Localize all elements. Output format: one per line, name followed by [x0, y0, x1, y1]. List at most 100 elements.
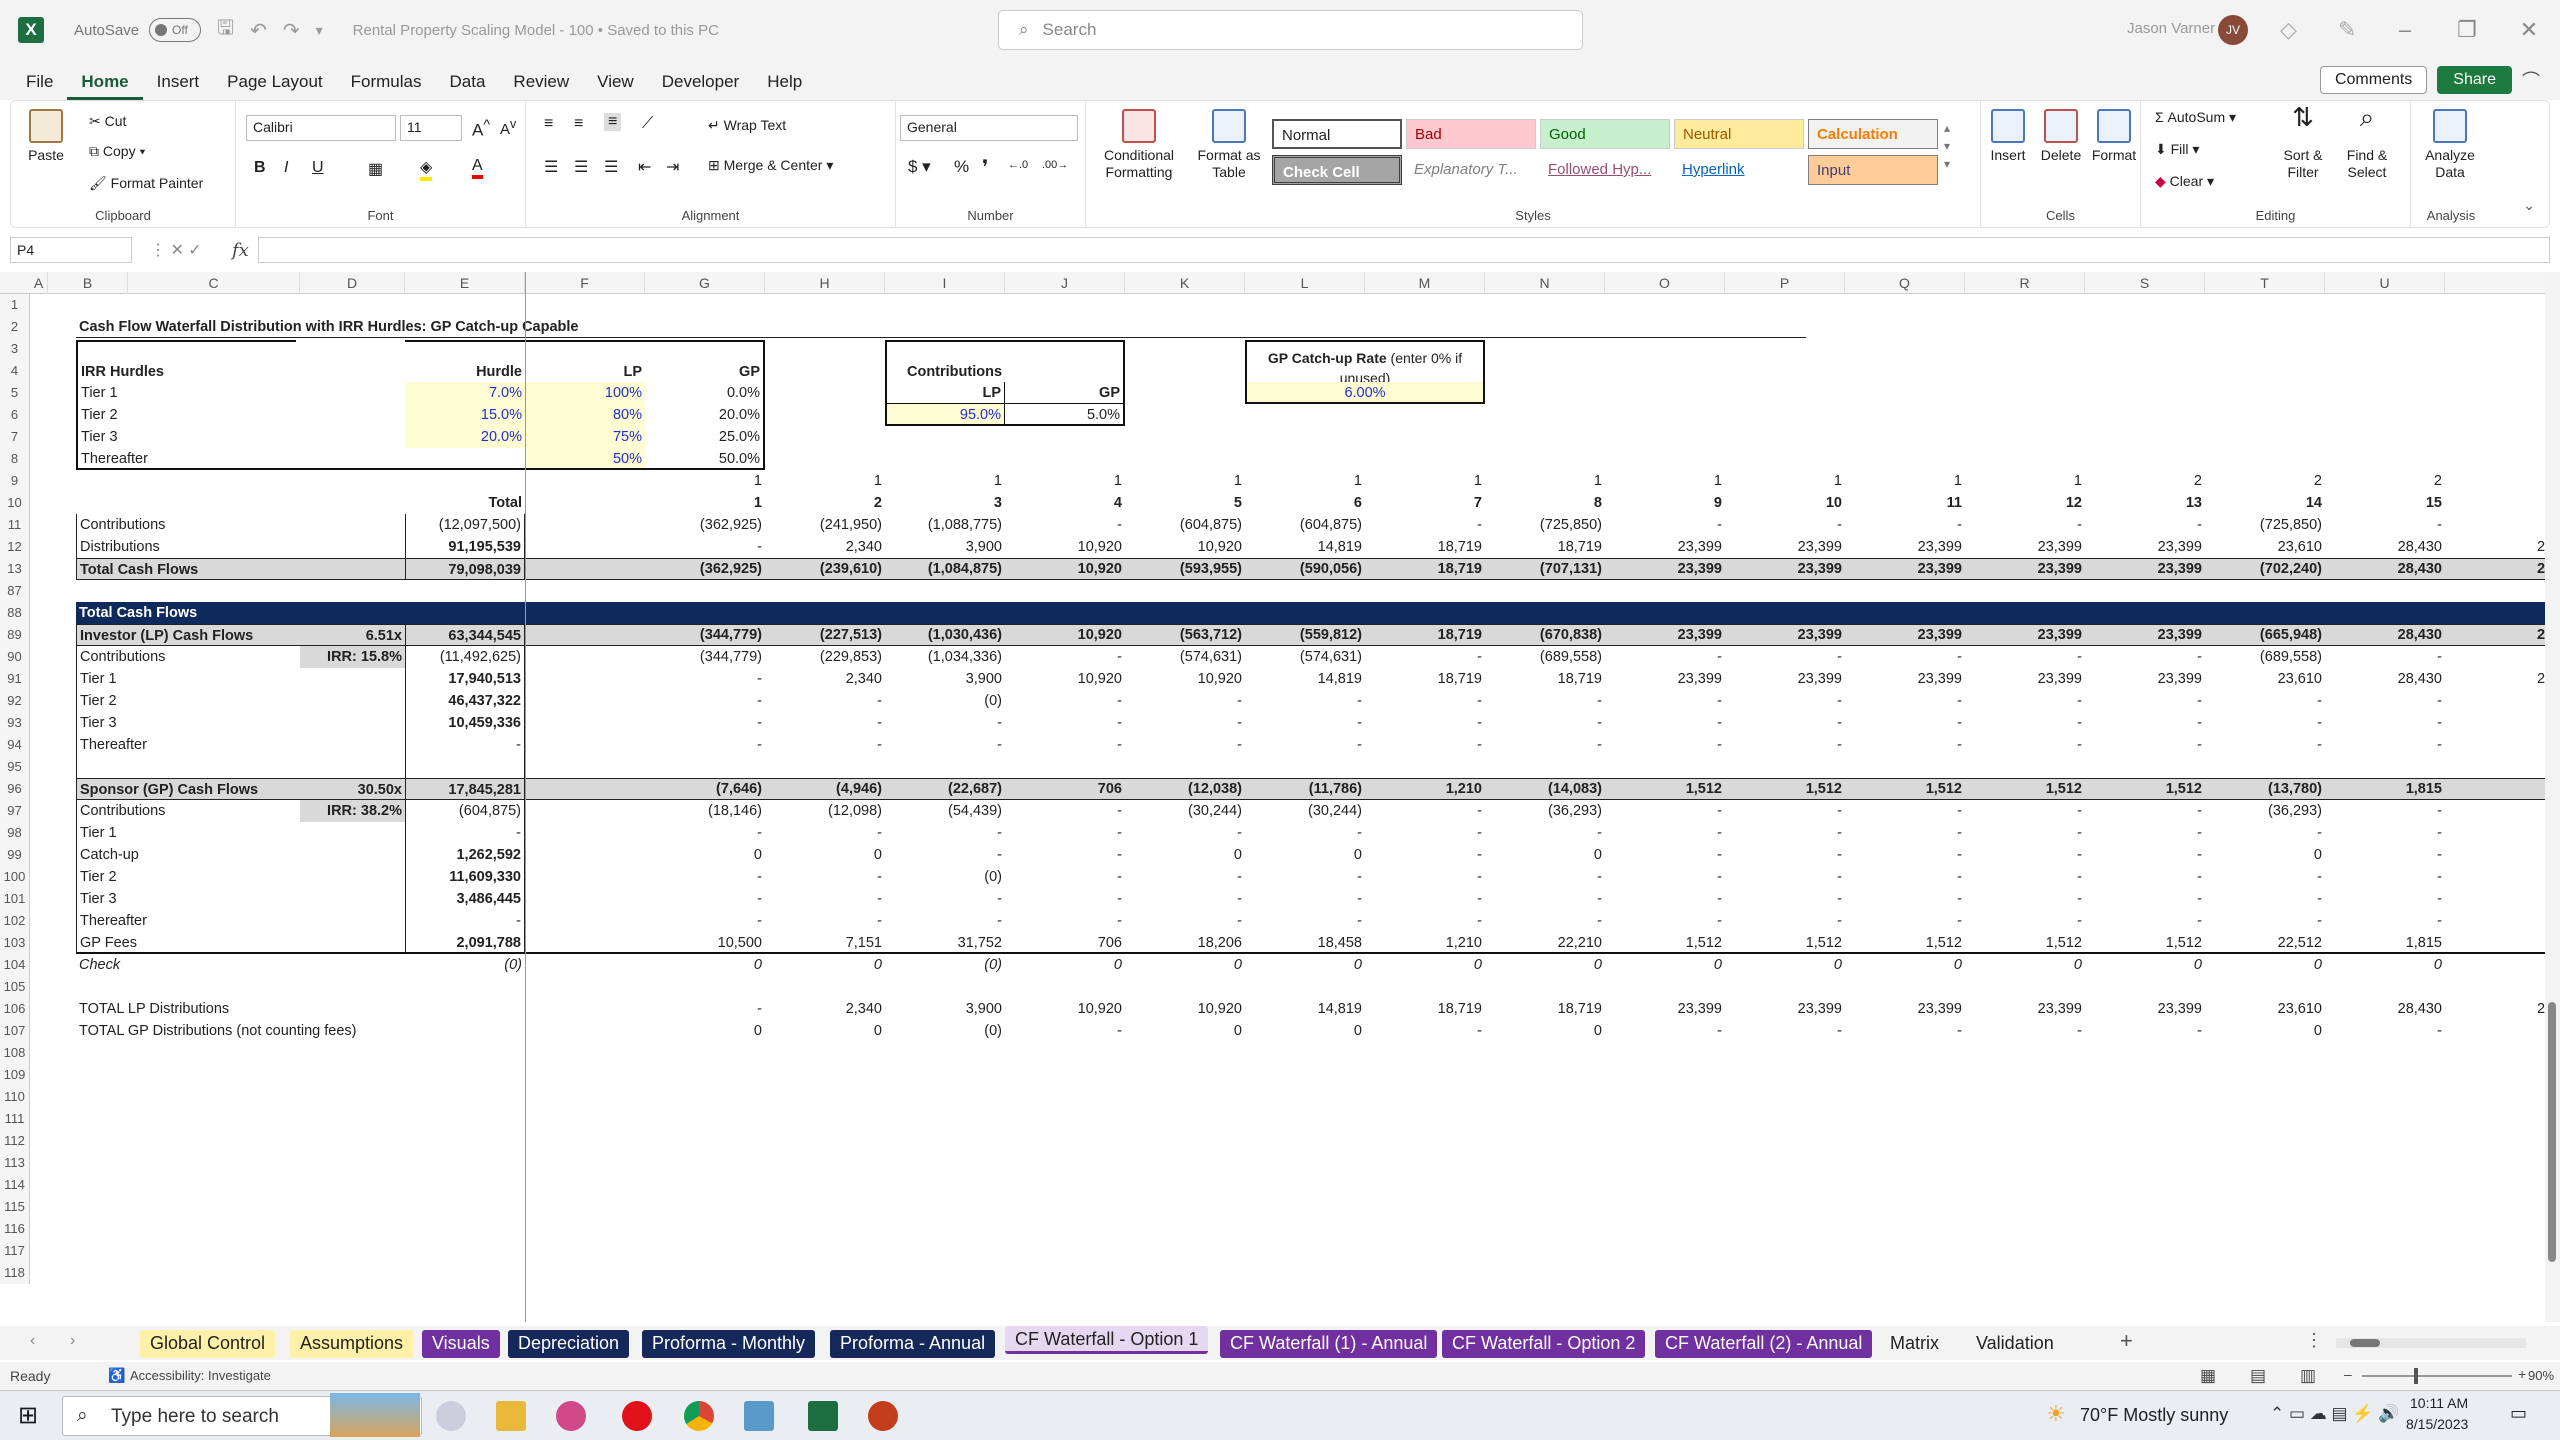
align-middle-icon[interactable]: ≡	[574, 115, 583, 133]
value-cell[interactable]: (725,850)	[1485, 514, 1605, 536]
value-cell[interactable]: -	[1365, 822, 1485, 844]
period-year-cell[interactable]: 1	[765, 470, 885, 492]
value-cell[interactable]: -	[1605, 910, 1725, 932]
value-cell[interactable]: -	[645, 998, 765, 1020]
value-cell[interactable]: 0	[1485, 844, 1605, 866]
row-number[interactable]: 4	[0, 360, 30, 382]
menu-tab-view[interactable]: View	[583, 72, 648, 100]
row-number[interactable]: 8	[0, 448, 30, 470]
value-cell[interactable]: -	[1125, 888, 1245, 910]
sheet-tab-depreciation[interactable]: Depreciation	[508, 1330, 630, 1358]
row-total[interactable]	[405, 998, 525, 1020]
value-cell[interactable]: -	[645, 910, 765, 932]
wrap-text-button[interactable]: ↵ Wrap Text	[708, 117, 786, 134]
horizontal-scrollbar-thumb[interactable]	[2350, 1339, 2380, 1347]
value-cell[interactable]: 0	[765, 1020, 885, 1042]
hurdle-lp-split-input[interactable]: 80%	[525, 404, 645, 426]
value-cell[interactable]: 1,512	[1965, 932, 2085, 954]
style-hyperlink[interactable]: Hyperlink	[1674, 155, 1804, 185]
value-cell[interactable]: 23,399	[2085, 998, 2205, 1020]
value-cell[interactable]: 0	[645, 954, 765, 976]
value-cell[interactable]: -	[1245, 690, 1365, 712]
value-cell[interactable]: 18,719	[1365, 998, 1485, 1020]
row-number[interactable]: 98	[0, 822, 30, 844]
hurdles-header-hurdle[interactable]: Hurdle	[405, 340, 525, 382]
menu-tab-file[interactable]: File	[12, 72, 67, 100]
value-cell[interactable]: 23,399	[1965, 668, 2085, 690]
value-cell[interactable]: 18,719	[1485, 998, 1605, 1020]
value-cell[interactable]: -	[1725, 844, 1845, 866]
value-cell[interactable]: 2,340	[765, 668, 885, 690]
value-cell[interactable]: (14,083)	[1485, 778, 1605, 800]
value-cell[interactable]: 0	[1005, 954, 1125, 976]
row-number[interactable]: 12	[0, 536, 30, 558]
value-cell[interactable]: -	[1485, 734, 1605, 756]
value-cell[interactable]: (707,131)	[1485, 558, 1605, 580]
new-sheet-icon[interactable]: +	[2120, 1328, 2133, 1354]
scroll-tabs-left-icon[interactable]: ‹	[30, 1332, 35, 1350]
cut-button[interactable]: ✂ Cut	[89, 113, 126, 130]
weather-text[interactable]: 70°F Mostly sunny	[2080, 1405, 2228, 1426]
value-cell[interactable]: 1,(	[2445, 778, 2545, 800]
align-right-icon[interactable]: ☰	[604, 157, 618, 177]
autosave-toggle[interactable]: Off	[149, 18, 202, 42]
value-cell[interactable]: -	[1725, 690, 1845, 712]
value-cell[interactable]: -	[1365, 888, 1485, 910]
column-header-k[interactable]: K	[1125, 272, 1245, 294]
value-cell[interactable]: -	[1005, 734, 1125, 756]
value-cell[interactable]: -	[1365, 844, 1485, 866]
value-cell[interactable]: (0)	[885, 954, 1005, 976]
value-cell[interactable]: 23,399	[2085, 668, 2205, 690]
row-label[interactable]: GP Fees	[76, 932, 300, 954]
file-explorer-icon[interactable]	[496, 1401, 526, 1431]
value-cell[interactable]: 23,610	[2205, 668, 2325, 690]
normal-view-icon[interactable]: ▦	[2200, 1366, 2216, 1386]
column-header-f[interactable]: F	[525, 272, 645, 294]
borders-icon[interactable]: ▦	[368, 159, 383, 179]
hurdles-header-lp[interactable]: LP	[525, 340, 645, 382]
value-cell[interactable]: -	[1485, 866, 1605, 888]
value-cell[interactable]: -	[1005, 646, 1125, 668]
period-year-cell[interactable]: 2	[2085, 470, 2205, 492]
pen-icon[interactable]: ✎	[2338, 17, 2356, 43]
autosum-button[interactable]: Σ AutoSum ▾	[2155, 109, 2236, 126]
column-header-d[interactable]: D	[300, 272, 405, 294]
value-cell[interactable]: -	[2325, 690, 2445, 712]
customize-qat-icon[interactable]: ▾	[316, 22, 323, 39]
value-cell[interactable]: (604,875)	[1245, 514, 1365, 536]
format-as-table-button[interactable]: Format as Table	[1192, 109, 1266, 181]
value-cell[interactable]: -	[1005, 800, 1125, 822]
row-fill[interactable]	[300, 932, 405, 954]
row-number[interactable]: 108	[0, 1042, 30, 1064]
zoom-slider-handle[interactable]	[2414, 1368, 2418, 1384]
value-cell[interactable]: 23,399	[1605, 998, 1725, 1020]
value-cell[interactable]: -	[1005, 844, 1125, 866]
hurdles-header-gp[interactable]: GP	[645, 340, 765, 382]
style-neutral[interactable]: Neutral	[1674, 119, 1804, 149]
value-cell[interactable]: -	[645, 712, 765, 734]
period-number-cell[interactable]: 9	[1605, 492, 1725, 514]
period-number-cell[interactable]: 6	[1245, 492, 1365, 514]
row-number[interactable]: 87	[0, 580, 30, 602]
value-cell[interactable]: 23,399	[1605, 668, 1725, 690]
period-number-cell[interactable]: 11	[1845, 492, 1965, 514]
row-total[interactable]: -	[405, 734, 525, 756]
value-cell[interactable]: (593,955)	[1125, 558, 1245, 580]
value-cell[interactable]: -	[645, 536, 765, 558]
row-number[interactable]: 107	[0, 1020, 30, 1042]
row-label[interactable]: Tier 3	[76, 712, 300, 734]
page-break-view-icon[interactable]: ▥	[2300, 1366, 2316, 1386]
row-total[interactable]: 91,195,539	[405, 536, 525, 558]
hurdle-tier-name[interactable]: Tier 1	[76, 382, 405, 404]
value-cell[interactable]: -	[765, 690, 885, 712]
row-label[interactable]: TOTAL LP Distributions	[76, 998, 300, 1020]
value-cell[interactable]: -	[1965, 646, 2085, 668]
value-cell[interactable]: 2,340	[765, 998, 885, 1020]
value-cell[interactable]: 0	[1245, 1020, 1365, 1042]
increase-indent-icon[interactable]: ⇥	[666, 157, 679, 177]
formula-input[interactable]	[258, 237, 2550, 263]
column-header-e[interactable]: E	[405, 272, 525, 294]
hurdle-lp-split-input[interactable]: 50%	[525, 448, 645, 470]
value-cell[interactable]: -	[645, 888, 765, 910]
period-number-cell[interactable]: 15	[2325, 492, 2445, 514]
